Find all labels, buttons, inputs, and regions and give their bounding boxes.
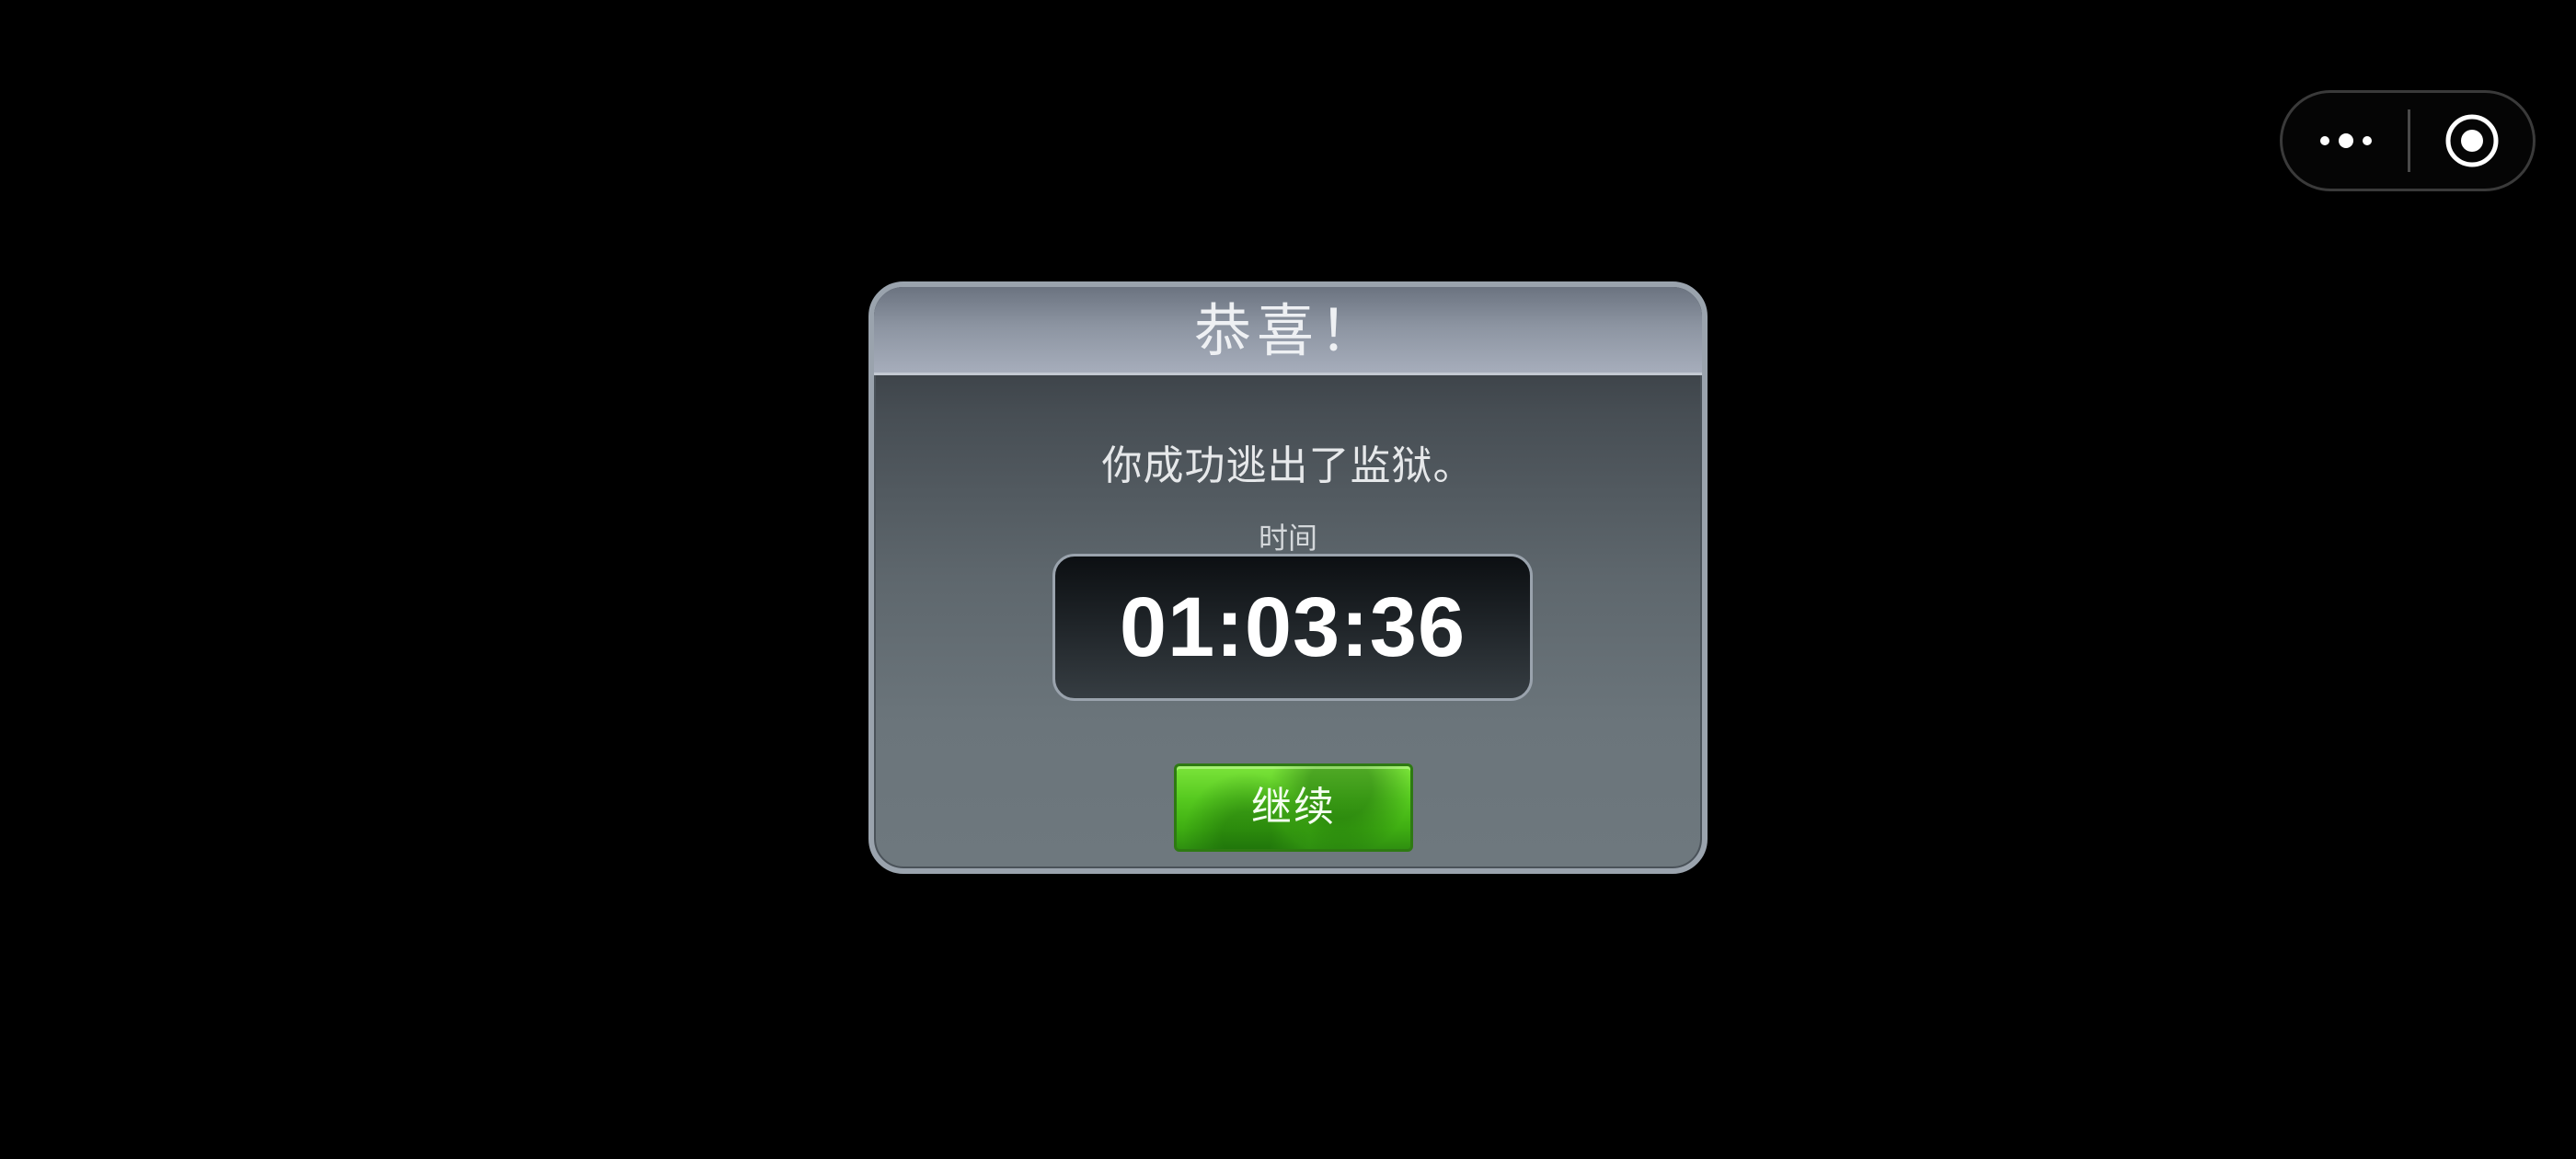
more-button[interactable] [2283, 93, 2408, 189]
close-button[interactable] [2410, 93, 2533, 189]
continue-label: 继续 [1251, 784, 1336, 831]
target-circle-icon [2445, 114, 2499, 167]
dialog-title: 恭喜！ [1193, 297, 1382, 364]
time-value: 01:03:36 [1119, 580, 1466, 674]
dialog-header: 恭喜！ [874, 287, 1702, 375]
game-screen: 恭喜！ 你成功逃出了监狱。 时间 01:03:36 继续 [0, 0, 2576, 1159]
continue-button[interactable]: 继续 [1174, 763, 1413, 852]
escape-success-dialog: 恭喜！ 你成功逃出了监狱。 时间 01:03:36 继续 [868, 281, 1708, 874]
more-dots-icon [2320, 133, 2372, 148]
miniprogram-capsule [2280, 90, 2536, 191]
time-label-row: 时间 [874, 515, 1702, 557]
time-display: 01:03:36 [1052, 554, 1533, 701]
time-label: 时间 [1258, 521, 1317, 556]
escape-message: 你成功逃出了监狱。 [1101, 442, 1475, 489]
